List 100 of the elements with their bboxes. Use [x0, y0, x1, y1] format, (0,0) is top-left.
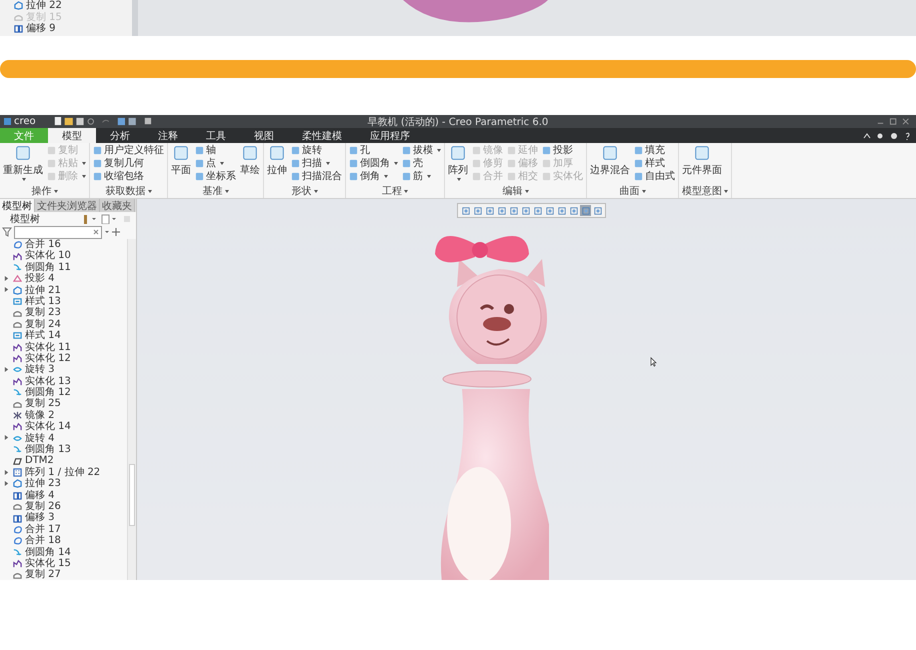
view-tool-button[interactable]	[472, 205, 483, 216]
ribbon-button[interactable]: 填充	[634, 144, 675, 157]
ribbon-button[interactable]: 收缩包络	[93, 170, 164, 183]
ribbon-button[interactable]: 筋	[402, 170, 441, 183]
ribbon-button[interactable]: 阵列	[448, 144, 468, 186]
tree-item[interactable]: 实体化 11	[0, 342, 127, 353]
view-tool-button[interactable]	[484, 205, 495, 216]
clear-icon[interactable]	[93, 229, 99, 235]
expand-icon[interactable]	[4, 435, 9, 440]
tree-item[interactable]: 复制 24	[0, 318, 127, 330]
group-label[interactable]: 获取数据	[93, 186, 164, 198]
view-tool-button[interactable]	[544, 205, 555, 216]
panel-tab[interactable]: 文件夹浏览器	[35, 199, 100, 212]
expand-icon[interactable]	[4, 470, 9, 474]
ribbon-button[interactable]: 自由式	[634, 170, 675, 183]
tree-item[interactable]: 实体化 12	[0, 352, 127, 364]
tree-item[interactable]: 合并 18	[0, 535, 127, 547]
panel-tab[interactable]: 模型树	[0, 199, 35, 212]
ribbon-button[interactable]: 坐标系	[195, 170, 236, 183]
tree-item[interactable]: 实体化 10	[0, 250, 127, 262]
tree-item[interactable]: 旋转 4	[0, 432, 127, 444]
tree-item[interactable]: 镜像 2	[0, 410, 127, 422]
group-label[interactable]: 编辑	[448, 186, 583, 198]
ribbon-button[interactable]: 扫描混合	[291, 170, 342, 183]
ribbon-tab[interactable]: 视图	[240, 128, 288, 143]
view-tool-button[interactable]	[592, 205, 603, 216]
ribbon-button[interactable]: 轴	[195, 144, 236, 157]
view-tool-button[interactable]	[508, 205, 519, 216]
tree-item[interactable]: 偏移 3	[0, 512, 127, 524]
tree-item[interactable]: 复制 23	[0, 307, 127, 319]
tree-item[interactable]: 实体化 13	[0, 376, 127, 388]
expand-icon[interactable]	[4, 287, 9, 292]
tree-item[interactable]: 实体化 15	[0, 558, 127, 570]
ribbon-button[interactable]: 点	[195, 157, 236, 170]
tree-item[interactable]: 拉伸 22	[14, 0, 132, 12]
tree-item[interactable]: 旋转 3	[0, 364, 127, 376]
tree-item[interactable]: 倒圆角 11	[0, 262, 127, 274]
view-tool-button[interactable]	[460, 205, 471, 216]
tree-item[interactable]: 倒圆角 12	[0, 387, 127, 398]
expand-icon[interactable]	[4, 480, 9, 486]
filter-icon[interactable]	[2, 227, 12, 237]
ribbon-button[interactable]: 重新生成	[3, 144, 43, 186]
group-label[interactable]: 工程	[349, 186, 441, 198]
ribbon-button[interactable]: 倒角	[349, 170, 398, 183]
ribbon-button[interactable]: 拉伸	[267, 144, 287, 186]
group-label[interactable]: 操作	[3, 186, 86, 198]
group-label[interactable]: 模型意图	[682, 186, 728, 198]
ribbon-button[interactable]: 平面	[171, 144, 191, 186]
group-label[interactable]: 基准	[171, 186, 260, 198]
tree-item[interactable]: 偏移 9	[14, 23, 132, 34]
expand-icon[interactable]	[4, 276, 9, 281]
ribbon-button[interactable]: 草绘	[240, 144, 260, 186]
ribbon-button[interactable]: 复制几何	[93, 157, 164, 170]
view-tool-button[interactable]	[556, 205, 567, 216]
ribbon-button[interactable]: 样式	[634, 157, 675, 170]
view-tool-button[interactable]	[496, 205, 507, 216]
add-icon[interactable]	[104, 227, 120, 237]
ribbon-tab[interactable]: 柔性建模	[288, 128, 356, 143]
view-tool-button[interactable]	[568, 205, 579, 216]
tree-item[interactable]: 投影 4	[0, 273, 127, 285]
ribbon-button[interactable]: 拔模	[402, 144, 441, 157]
help-tools-icon[interactable]	[862, 130, 912, 140]
tree-item[interactable]: 偏移 4	[0, 490, 127, 501]
ribbon-button[interactable]: 边界混合	[590, 144, 630, 186]
view-tool-button[interactable]	[520, 205, 531, 216]
tree-item[interactable]: 样式 13	[0, 296, 127, 308]
feature-icon	[13, 548, 22, 557]
tree-item[interactable]: 复制 27	[0, 569, 127, 580]
ribbon-tab[interactable]: 分析	[96, 128, 144, 143]
panel-tab[interactable]: 收藏夹	[100, 199, 135, 212]
tree-item[interactable]: 样式 14	[0, 330, 127, 342]
tree-item[interactable]: 拉伸 21	[0, 284, 127, 296]
scrollbar[interactable]	[127, 239, 136, 580]
tree-item[interactable]: 复制 25	[0, 398, 127, 410]
ribbon-button[interactable]: 用户定义特征	[93, 144, 164, 157]
ribbon-button[interactable]: 投影	[542, 144, 583, 157]
expand-icon[interactable]	[4, 366, 9, 372]
group-label[interactable]: 形状	[267, 186, 342, 198]
ribbon-tab[interactable]: 模型	[48, 128, 96, 143]
tree-item[interactable]: 拉伸 23	[0, 478, 127, 490]
group-label[interactable]: 曲面	[590, 186, 675, 198]
ribbon-button[interactable]: 壳	[402, 157, 441, 170]
tree-item[interactable]: 倒圆角 13	[0, 444, 127, 456]
tree-item[interactable]: 倒圆角 14	[0, 546, 127, 558]
ribbon-button[interactable]: 旋转	[291, 144, 342, 157]
ribbon-button[interactable]: 元件界面	[682, 144, 722, 186]
tree-tools-icon[interactable]	[82, 214, 132, 224]
ribbon-button[interactable]: 孔	[349, 144, 398, 157]
tree-item[interactable]: 复制 26	[0, 500, 127, 512]
ribbon-tab[interactable]: 工具	[192, 128, 240, 143]
tree-item[interactable]: DTM2	[0, 455, 127, 467]
search-field[interactable]	[14, 226, 102, 238]
tree-item[interactable]: 合并 17	[0, 524, 127, 536]
tree-item[interactable]: 实体化 14	[0, 421, 127, 433]
ribbon-button[interactable]: 倒圆角	[349, 157, 398, 170]
tree-item[interactable]: 阵列 1 / 拉伸 22	[0, 466, 127, 478]
ribbon-tab[interactable]: 注释	[144, 128, 192, 143]
ribbon-button[interactable]: 扫描	[291, 157, 342, 170]
ribbon-tab[interactable]: 应用程序	[356, 128, 424, 143]
view-tool-button[interactable]	[532, 205, 543, 216]
